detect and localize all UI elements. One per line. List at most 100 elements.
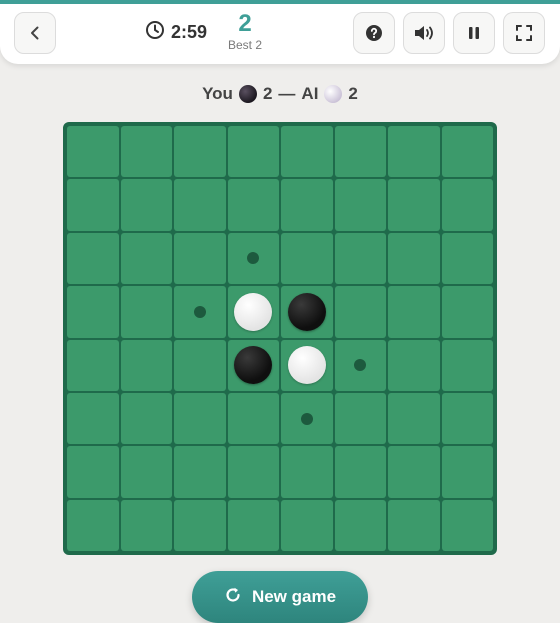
board-cell[interactable] bbox=[67, 446, 119, 498]
board-cell[interactable] bbox=[281, 232, 333, 285]
new-game-label: New game bbox=[251, 587, 337, 606]
board-cell[interactable] bbox=[441, 446, 493, 498]
help-button[interactable] bbox=[353, 12, 395, 54]
player-count: 2 bbox=[262, 84, 273, 103]
board-cell[interactable] bbox=[334, 499, 386, 551]
board-cell[interactable] bbox=[227, 232, 279, 285]
white-disc bbox=[234, 292, 273, 331]
top-bar: 2:59 2 Best 2 bbox=[0, 0, 560, 64]
board-cell[interactable] bbox=[388, 179, 440, 231]
fullscreen-icon bbox=[515, 24, 533, 42]
board-cell[interactable] bbox=[174, 232, 226, 285]
board-cell[interactable] bbox=[227, 446, 279, 498]
board-cell[interactable] bbox=[334, 446, 386, 498]
board-cell[interactable] bbox=[388, 126, 440, 178]
board-cell[interactable] bbox=[388, 339, 440, 391]
board-cell[interactable] bbox=[120, 126, 172, 178]
score-display: 2 Best 2 bbox=[215, 10, 275, 52]
sound-button[interactable] bbox=[403, 12, 445, 54]
board-cell[interactable] bbox=[334, 126, 386, 178]
pause-icon bbox=[467, 25, 481, 41]
board-cell[interactable] bbox=[281, 446, 333, 498]
best-score: Best 2 bbox=[227, 38, 263, 52]
board-cell[interactable] bbox=[281, 339, 333, 391]
player-label: You bbox=[202, 84, 233, 103]
board-cell[interactable] bbox=[67, 392, 119, 445]
board-cell[interactable] bbox=[388, 446, 440, 498]
valid-move-hint bbox=[193, 305, 206, 318]
board-cell[interactable] bbox=[174, 499, 226, 551]
ai-label: AI bbox=[301, 84, 319, 103]
board-cell[interactable] bbox=[388, 286, 440, 338]
board-cell[interactable] bbox=[281, 392, 333, 445]
board-cell[interactable] bbox=[120, 339, 172, 391]
board-cell[interactable] bbox=[334, 339, 386, 391]
board-cell[interactable] bbox=[67, 286, 119, 338]
board-cell[interactable] bbox=[174, 126, 226, 178]
valid-move-hint bbox=[354, 359, 367, 372]
timer: 2:59 bbox=[145, 20, 207, 44]
board-cell[interactable] bbox=[334, 232, 386, 285]
separator: — bbox=[278, 84, 296, 103]
valid-move-hint bbox=[247, 252, 260, 265]
board-cell[interactable] bbox=[120, 446, 172, 498]
board-cell[interactable] bbox=[441, 286, 493, 338]
board-cell[interactable] bbox=[388, 232, 440, 285]
board-cell[interactable] bbox=[174, 339, 226, 391]
timer-value: 2:59 bbox=[171, 21, 208, 42]
board-cell[interactable] bbox=[441, 392, 493, 445]
new-game-button[interactable]: New game bbox=[192, 571, 368, 623]
board-cell[interactable] bbox=[174, 446, 226, 498]
ai-count: 2 bbox=[348, 84, 358, 103]
chevron-left-icon bbox=[27, 25, 43, 41]
white-disc bbox=[287, 346, 326, 385]
black-disc bbox=[287, 292, 326, 331]
current-score: 2 bbox=[238, 10, 252, 37]
board-cell[interactable] bbox=[120, 499, 172, 551]
game-board bbox=[63, 122, 497, 555]
board-cell[interactable] bbox=[227, 126, 279, 178]
board-cell[interactable] bbox=[441, 232, 493, 285]
board-cell[interactable] bbox=[227, 179, 279, 231]
black-disc bbox=[234, 346, 273, 385]
board-cell[interactable] bbox=[120, 179, 172, 231]
clock-icon bbox=[145, 20, 165, 45]
board-cell[interactable] bbox=[227, 286, 279, 338]
board-cell[interactable] bbox=[281, 126, 333, 178]
board-cell[interactable] bbox=[441, 126, 493, 178]
fullscreen-button[interactable] bbox=[503, 12, 545, 54]
board-cell[interactable] bbox=[120, 286, 172, 338]
board-cell[interactable] bbox=[441, 339, 493, 391]
board-cell[interactable] bbox=[334, 286, 386, 338]
board-cell[interactable] bbox=[120, 392, 172, 445]
board-cell[interactable] bbox=[281, 286, 333, 338]
board-cell[interactable] bbox=[441, 179, 493, 231]
board-cell[interactable] bbox=[388, 392, 440, 445]
black-disc-icon bbox=[238, 85, 257, 103]
board-cell[interactable] bbox=[174, 286, 226, 338]
board-cell[interactable] bbox=[281, 179, 333, 231]
pause-button[interactable] bbox=[453, 12, 495, 54]
board-cell[interactable] bbox=[67, 232, 119, 285]
board-cell[interactable] bbox=[281, 499, 333, 551]
white-disc-icon bbox=[324, 85, 343, 103]
board-cell[interactable] bbox=[174, 179, 226, 231]
score-status: You 2 — AI 2 bbox=[0, 82, 560, 106]
board-cell[interactable] bbox=[67, 179, 119, 231]
back-button[interactable] bbox=[14, 12, 56, 54]
board-cell[interactable] bbox=[227, 499, 279, 551]
board-cell[interactable] bbox=[227, 339, 279, 391]
board-cell[interactable] bbox=[334, 179, 386, 231]
valid-move-hint bbox=[300, 412, 313, 425]
board-cell[interactable] bbox=[334, 392, 386, 445]
board-cell[interactable] bbox=[441, 499, 493, 551]
board-cell[interactable] bbox=[67, 126, 119, 178]
board-cell[interactable] bbox=[120, 232, 172, 285]
refresh-icon bbox=[224, 586, 242, 609]
board-cell[interactable] bbox=[67, 499, 119, 551]
board-cell[interactable] bbox=[388, 499, 440, 551]
board-cell[interactable] bbox=[67, 339, 119, 391]
board-cell[interactable] bbox=[227, 392, 279, 445]
board-cell[interactable] bbox=[174, 392, 226, 445]
time-progress-bar bbox=[0, 0, 560, 4]
